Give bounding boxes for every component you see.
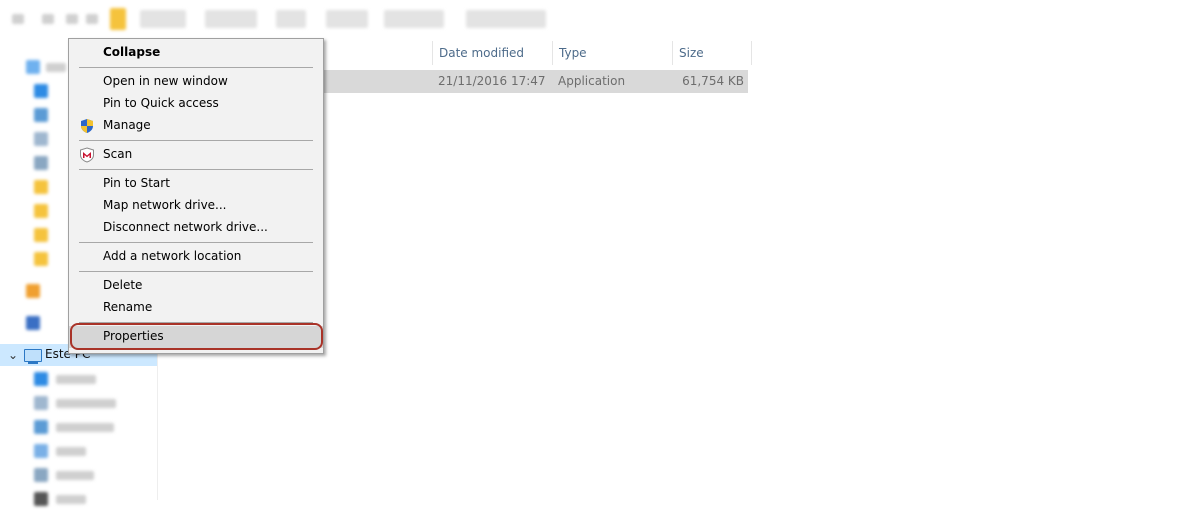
menu-item-collapse[interactable]: Collapse xyxy=(69,42,323,64)
menu-item-label: Pin to Start xyxy=(103,176,170,190)
file-size: 61,754 KB xyxy=(682,74,744,88)
folder-icon xyxy=(110,8,126,30)
videos-icon xyxy=(34,492,48,506)
menu-item-manage[interactable]: Manage xyxy=(69,115,323,137)
network-icon xyxy=(26,316,40,330)
breadcrumb-segment[interactable] xyxy=(140,10,186,28)
documents-icon xyxy=(34,132,48,146)
menu-item-label: Pin to Quick access xyxy=(103,96,219,110)
menu-separator xyxy=(79,169,313,170)
sidebar-item[interactable] xyxy=(0,488,157,510)
desktop-icon xyxy=(34,372,48,386)
folder-icon xyxy=(34,180,48,194)
menu-item-label: Collapse xyxy=(103,45,161,59)
folder-icon xyxy=(34,204,48,218)
sidebar-item[interactable] xyxy=(0,368,157,390)
menu-item-label: Scan xyxy=(103,147,133,161)
menu-item-open-in-new-window[interactable]: Open in new window xyxy=(69,71,323,93)
breadcrumb-segment[interactable] xyxy=(276,10,306,28)
menu-item-add-network-location[interactable]: Add a network location xyxy=(69,246,323,268)
menu-item-rename[interactable]: Rename xyxy=(69,297,323,319)
breadcrumb-segment[interactable] xyxy=(326,10,368,28)
context-menu: Collapse Open in new window Pin to Quick… xyxy=(68,38,324,354)
downloads-icon xyxy=(34,420,48,434)
sidebar-item[interactable] xyxy=(0,440,157,462)
menu-separator xyxy=(79,67,313,68)
computer-icon xyxy=(24,349,42,362)
menu-item-scan[interactable]: Scan xyxy=(69,144,323,166)
menu-item-label: Map network drive... xyxy=(103,198,227,212)
pictures-icon xyxy=(34,156,48,170)
file-date-modified: 21/11/2016 17:47 xyxy=(438,74,546,88)
file-row[interactable]: 21/11/2016 17:47 Application 61,754 KB xyxy=(320,70,748,93)
column-header-size[interactable]: Size xyxy=(672,41,752,65)
forward-arrow-icon[interactable] xyxy=(42,14,54,24)
sidebar-item-text xyxy=(56,399,116,408)
menu-item-label: Disconnect network drive... xyxy=(103,220,268,234)
address-bar[interactable] xyxy=(0,0,1200,40)
sidebar-item-text xyxy=(56,471,94,480)
onedrive-folder-icon xyxy=(26,284,40,298)
menu-item-label: Delete xyxy=(103,278,143,292)
menu-separator xyxy=(79,271,313,272)
sidebar-item[interactable] xyxy=(0,464,157,486)
menu-item-delete[interactable]: Delete xyxy=(69,275,323,297)
menu-item-label: Manage xyxy=(103,118,151,132)
uac-shield-icon xyxy=(81,119,93,133)
computer-icon-stand xyxy=(28,362,38,364)
column-header-type[interactable]: Type xyxy=(552,41,672,65)
menu-separator xyxy=(79,242,313,243)
folder-icon xyxy=(34,252,48,266)
pictures-icon xyxy=(34,468,48,482)
mcafee-icon xyxy=(80,147,94,163)
menu-item-label: Open in new window xyxy=(103,74,228,88)
menu-separator xyxy=(79,140,313,141)
sidebar-item-text xyxy=(56,423,114,432)
desktop-icon xyxy=(34,84,48,98)
sidebar-item-text xyxy=(46,63,66,72)
menu-item-label: Rename xyxy=(103,300,153,314)
menu-item-disconnect-network-drive[interactable]: Disconnect network drive... xyxy=(69,217,323,239)
properties-highlight-ring xyxy=(70,323,323,350)
file-type: Application xyxy=(558,74,626,88)
menu-item-map-network-drive[interactable]: Map network drive... xyxy=(69,195,323,217)
sidebar-item-text xyxy=(56,375,96,384)
downloads-icon xyxy=(34,108,48,122)
menu-item-pin-to-quick-access[interactable]: Pin to Quick access xyxy=(69,93,323,115)
sidebar-item[interactable] xyxy=(0,392,157,414)
up-arrow-icon[interactable] xyxy=(86,14,98,24)
breadcrumb-segment[interactable] xyxy=(205,10,257,28)
chevron-down-icon[interactable]: ⌄ xyxy=(8,348,18,362)
sidebar-item[interactable] xyxy=(0,416,157,438)
sidebar-item-text xyxy=(56,447,86,456)
column-header-date-modified[interactable]: Date modified xyxy=(432,41,552,65)
menu-item-label: Add a network location xyxy=(103,249,242,263)
menu-item-pin-to-start[interactable]: Pin to Start xyxy=(69,173,323,195)
documents-icon xyxy=(34,396,48,410)
back-arrow-icon[interactable] xyxy=(12,14,24,24)
recent-dropdown-icon[interactable] xyxy=(66,14,78,24)
music-icon xyxy=(34,444,48,458)
breadcrumb-segment[interactable] xyxy=(466,10,546,28)
quick-access-icon xyxy=(26,60,40,74)
breadcrumb-segment[interactable] xyxy=(384,10,444,28)
folder-icon xyxy=(34,228,48,242)
